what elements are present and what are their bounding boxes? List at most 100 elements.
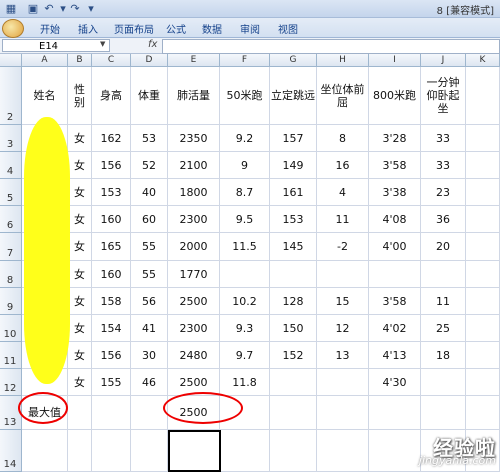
cell-j7[interactable]: 20 [421,233,466,261]
cell-d9[interactable]: 56 [131,288,168,315]
cell-g10[interactable]: 150 [270,315,317,342]
cell-j2[interactable]: 一分钟仰卧起坐 [421,67,466,125]
cell-f10[interactable]: 9.3 [220,315,270,342]
cell-d2[interactable]: 体重 [131,67,168,125]
cell-j10[interactable]: 25 [421,315,466,342]
cell-d7[interactable]: 55 [131,233,168,261]
cell-i5[interactable]: 3'38 [369,179,421,206]
cell-k2[interactable] [466,67,500,125]
cell-e10[interactable]: 2300 [168,315,220,342]
row-header-5[interactable]: 5 [0,179,22,206]
cell-k13[interactable] [466,396,500,430]
row-header-8[interactable]: 8 [0,261,22,288]
cell-f3[interactable]: 9.2 [220,125,270,152]
cell-h2[interactable]: 坐位体前屈 [317,67,369,125]
cell-k9[interactable] [466,288,500,315]
cell-e9[interactable]: 2500 [168,288,220,315]
cell-b3[interactable]: 女 [68,125,92,152]
cell-e7[interactable]: 2000 [168,233,220,261]
cell-e11[interactable]: 2480 [168,342,220,369]
cell-e2[interactable]: 肺活量 [168,67,220,125]
cell-g6[interactable]: 153 [270,206,317,233]
row-header-12[interactable]: 12 [0,369,22,396]
cell-h3[interactable]: 8 [317,125,369,152]
cell-b9[interactable]: 女 [68,288,92,315]
row-header-7[interactable]: 7 [0,233,22,261]
cell-i10[interactable]: 4'02 [369,315,421,342]
column-header-c[interactable]: C [92,54,131,67]
cell-k8[interactable] [466,261,500,288]
cell-d14[interactable] [131,430,168,472]
cell-f7[interactable]: 11.5 [220,233,270,261]
cell-h13[interactable] [317,396,369,430]
cell-c12[interactable]: 155 [92,369,131,396]
spreadsheet-grid[interactable]: A B C D E F G H I J K 2 3 4 5 6 7 8 9 10 11 12 13 14 姓名 性别 身高 体重 肺活量… [0,54,500,472]
cell-d12[interactable]: 46 [131,369,168,396]
cell-c3[interactable]: 162 [92,125,131,152]
cell-d4[interactable]: 52 [131,152,168,179]
cell-c6[interactable]: 160 [92,206,131,233]
cell-b4[interactable]: 女 [68,152,92,179]
cell-f11[interactable]: 9.7 [220,342,270,369]
cell-j13[interactable] [421,396,466,430]
cell-f12[interactable]: 11.8 [220,369,270,396]
tab-home[interactable]: 开始 [40,21,60,36]
cell-g12[interactable] [270,369,317,396]
cell-f8[interactable] [220,261,270,288]
row-header-11[interactable]: 11 [0,342,22,369]
cell-b7[interactable]: 女 [68,233,92,261]
row-header-6[interactable]: 6 [0,206,22,233]
cell-k4[interactable] [466,152,500,179]
cell-c9[interactable]: 158 [92,288,131,315]
redo-icon[interactable]: ↷ [68,2,82,15]
cell-b5[interactable]: 女 [68,179,92,206]
tab-page-layout[interactable]: 页面布局 [114,21,154,36]
cell-e4[interactable]: 2100 [168,152,220,179]
cell-d10[interactable]: 41 [131,315,168,342]
cell-k3[interactable] [466,125,500,152]
row-header-2[interactable]: 2 [0,67,22,125]
name-box[interactable]: E14 [2,39,110,52]
tab-data[interactable]: 数据 [202,21,222,36]
cell-h10[interactable]: 12 [317,315,369,342]
cell-i12[interactable]: 4'30 [369,369,421,396]
cell-j11[interactable]: 18 [421,342,466,369]
cell-i6[interactable]: 4'08 [369,206,421,233]
cell-c8[interactable]: 160 [92,261,131,288]
cell-b12[interactable]: 女 [68,369,92,396]
column-header-j[interactable]: J [421,54,466,67]
cell-h14[interactable] [317,430,369,472]
cell-k7[interactable] [466,233,500,261]
cell-h6[interactable]: 11 [317,206,369,233]
office-button[interactable] [2,19,24,38]
cell-i4[interactable]: 3'58 [369,152,421,179]
cell-i2[interactable]: 800米跑 [369,67,421,125]
cell-b11[interactable]: 女 [68,342,92,369]
cell-h11[interactable]: 13 [317,342,369,369]
cell-f4[interactable]: 9 [220,152,270,179]
cell-j12[interactable] [421,369,466,396]
cell-c7[interactable]: 165 [92,233,131,261]
column-header-e[interactable]: E [168,54,220,67]
cell-g7[interactable]: 145 [270,233,317,261]
row-header-14[interactable]: 14 [0,430,22,472]
row-header-4[interactable]: 4 [0,152,22,179]
tab-view[interactable]: 视图 [278,21,298,36]
cell-h8[interactable] [317,261,369,288]
cell-f14[interactable] [220,430,270,472]
column-header-g[interactable]: G [270,54,317,67]
cell-g14[interactable] [270,430,317,472]
cell-i9[interactable]: 3'58 [369,288,421,315]
cell-g13[interactable] [270,396,317,430]
cell-k12[interactable] [466,369,500,396]
cell-b2[interactable]: 性别 [68,67,92,125]
cell-k10[interactable] [466,315,500,342]
column-header-a[interactable]: A [22,54,68,67]
cell-d8[interactable]: 55 [131,261,168,288]
cell-e6[interactable]: 2300 [168,206,220,233]
cell-i11[interactable]: 4'13 [369,342,421,369]
cell-b10[interactable]: 女 [68,315,92,342]
cell-c5[interactable]: 153 [92,179,131,206]
cell-k11[interactable] [466,342,500,369]
cell-g9[interactable]: 128 [270,288,317,315]
